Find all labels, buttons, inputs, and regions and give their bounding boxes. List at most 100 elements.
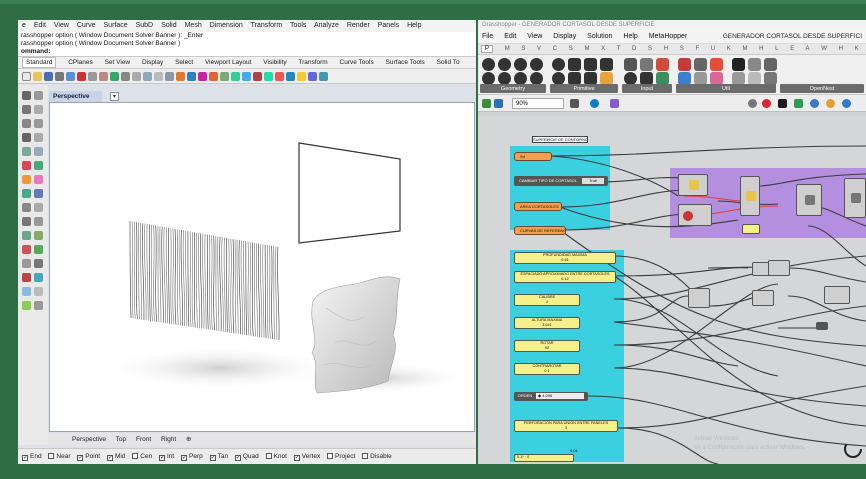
group-primitive[interactable]: Primitive [550, 84, 618, 93]
tab-display[interactable]: Display [142, 59, 163, 66]
srf-parameter[interactable]: Srf [514, 152, 552, 161]
save-icon[interactable] [44, 71, 53, 81]
tab-e[interactable]: E [790, 46, 794, 52]
extrude-tool-icon[interactable] [34, 147, 43, 156]
options-icon[interactable] [308, 71, 317, 81]
ruler-tool-icon[interactable] [34, 301, 43, 310]
rhino-menu-render[interactable]: Render [347, 22, 370, 29]
hatch-tool-icon[interactable] [22, 259, 31, 268]
reference-curves-parameter[interactable]: CURVAS DE REFERENCIA [514, 226, 566, 235]
rhino-menu-mesh[interactable]: Mesh [185, 22, 202, 29]
grasshopper-icon[interactable] [297, 71, 306, 81]
gh-menu-display[interactable]: Display [553, 33, 576, 40]
gh-menu-solution[interactable]: Solution [587, 33, 612, 40]
tab-h1[interactable]: H [664, 46, 668, 52]
gh-menu-edit[interactable]: Edit [504, 33, 516, 40]
tab-set-view[interactable]: Set View [105, 59, 131, 66]
osnap-perp[interactable]: Perp [181, 453, 203, 461]
text-tool-icon[interactable] [34, 245, 43, 254]
rhino-menu-dimension[interactable]: Dimension [210, 22, 243, 29]
array-tool-icon[interactable] [22, 231, 31, 240]
view-tab-front[interactable]: Front [136, 436, 151, 443]
sheet-icon[interactable] [764, 58, 777, 71]
add-view-icon[interactable]: ⊕ [186, 436, 191, 443]
gh-menu-help[interactable]: Help [623, 33, 637, 40]
rotate-view-icon[interactable] [132, 71, 141, 81]
perspective-viewport[interactable] [49, 102, 475, 432]
help-icon[interactable] [319, 71, 328, 81]
rotate-slider[interactable]: ROTAR 92 [514, 340, 580, 352]
osnap-int[interactable]: Int [158, 453, 174, 461]
cortasol-type-toggle[interactable]: CAMBIAR TIPO DE CORTASOL True [514, 176, 608, 186]
material-icon[interactable] [275, 71, 284, 81]
cut-icon[interactable] [77, 71, 86, 81]
copy-icon[interactable] [88, 71, 97, 81]
tab-standard[interactable]: Standard [22, 57, 57, 68]
tab-transform[interactable]: T [617, 46, 621, 52]
surface-param-icon[interactable] [530, 58, 543, 71]
view-tab-right[interactable]: Right [161, 436, 176, 443]
louver-panel-geometry[interactable] [129, 220, 280, 341]
freeform-solid-geometry[interactable] [311, 276, 401, 394]
tab-a[interactable]: A [806, 46, 810, 52]
tab-sets[interactable]: S [521, 46, 525, 52]
tab-cplanes[interactable]: CPlanes [68, 59, 93, 66]
cluster-icon[interactable] [694, 58, 707, 71]
point-icon[interactable] [198, 71, 207, 81]
polyline-tool-icon[interactable] [34, 105, 43, 114]
gh-menu-view[interactable]: View [527, 33, 542, 40]
mesh-icon[interactable] [242, 71, 251, 81]
rhino-menu-solid[interactable]: Solid [161, 22, 177, 29]
tab-surface[interactable]: S [569, 46, 573, 52]
tab-s2[interactable]: S [680, 46, 684, 52]
tab-transform[interactable]: Transform [298, 59, 327, 66]
gh-component[interactable] [824, 286, 850, 304]
render-icon[interactable] [264, 71, 273, 81]
preview-off-icon[interactable] [762, 99, 771, 108]
render-tool-icon[interactable] [34, 273, 43, 282]
tab-mesh[interactable]: M [584, 46, 589, 52]
osnap-point[interactable]: Point [77, 453, 100, 461]
view-tab-perspective[interactable]: Perspective [72, 436, 106, 443]
group-util[interactable]: Util [676, 84, 776, 93]
command-prompt[interactable]: ommand: [18, 48, 476, 57]
drafting-tool-icon[interactable] [22, 287, 31, 296]
group-geometry[interactable]: Geometry [480, 84, 546, 93]
tab-h2[interactable]: H [759, 46, 763, 52]
geometry-param-icon[interactable] [482, 58, 495, 71]
preview-settings-icon[interactable] [842, 99, 851, 108]
viewport-title[interactable]: Perspective [49, 91, 102, 102]
zoom-icon[interactable] [143, 71, 152, 81]
tab-w[interactable]: W [821, 46, 827, 52]
layer-icon[interactable] [187, 71, 196, 81]
tab-f[interactable]: F [695, 46, 699, 52]
counter-rotate-slider[interactable]: CONTRAROTAR 0.1 [514, 363, 580, 375]
rhino-menu-panels[interactable]: Panels [378, 22, 399, 29]
tab-k2[interactable]: K [855, 46, 859, 52]
grasshopper-canvas[interactable]: SUPERFICIE DE CONTORNO Srf CAMBIAR TIPO … [478, 116, 866, 464]
select-arrow-icon[interactable] [22, 91, 31, 100]
osnap-tan[interactable]: Tan [209, 453, 228, 461]
rotate-tool-icon[interactable] [22, 217, 31, 226]
circle-tool-icon[interactable] [34, 119, 43, 128]
galapagos-icon[interactable] [710, 58, 723, 71]
line-tool-icon[interactable] [22, 105, 31, 114]
osnap-vertex[interactable]: Vertex [293, 453, 320, 461]
fillet-tool-icon[interactable] [34, 175, 43, 184]
area-cortasoles-parameter[interactable]: AREA CORTASOLES [514, 202, 562, 211]
tab-curve[interactable]: C [553, 46, 557, 52]
lock-icon[interactable] [253, 71, 262, 81]
check-tool-icon[interactable] [22, 301, 31, 310]
tab-viewport-layout[interactable]: Viewport Layout [205, 59, 252, 66]
tab-h3[interactable]: H [839, 46, 843, 52]
view-tab-top[interactable]: Top [116, 436, 126, 443]
zoom-extents-icon[interactable] [165, 71, 174, 81]
light-icon[interactable] [286, 71, 295, 81]
osnap-knot[interactable]: Knot [265, 453, 287, 460]
surface-icon[interactable] [220, 71, 229, 81]
max-height-slider[interactable]: ALTURA MAXIMA 3.641 [514, 317, 580, 329]
print-icon[interactable] [55, 71, 64, 81]
boundary-surface-geometry[interactable] [298, 142, 401, 244]
tab-solid-tools[interactable]: Solid To [437, 59, 460, 66]
gh-component[interactable] [678, 204, 712, 226]
